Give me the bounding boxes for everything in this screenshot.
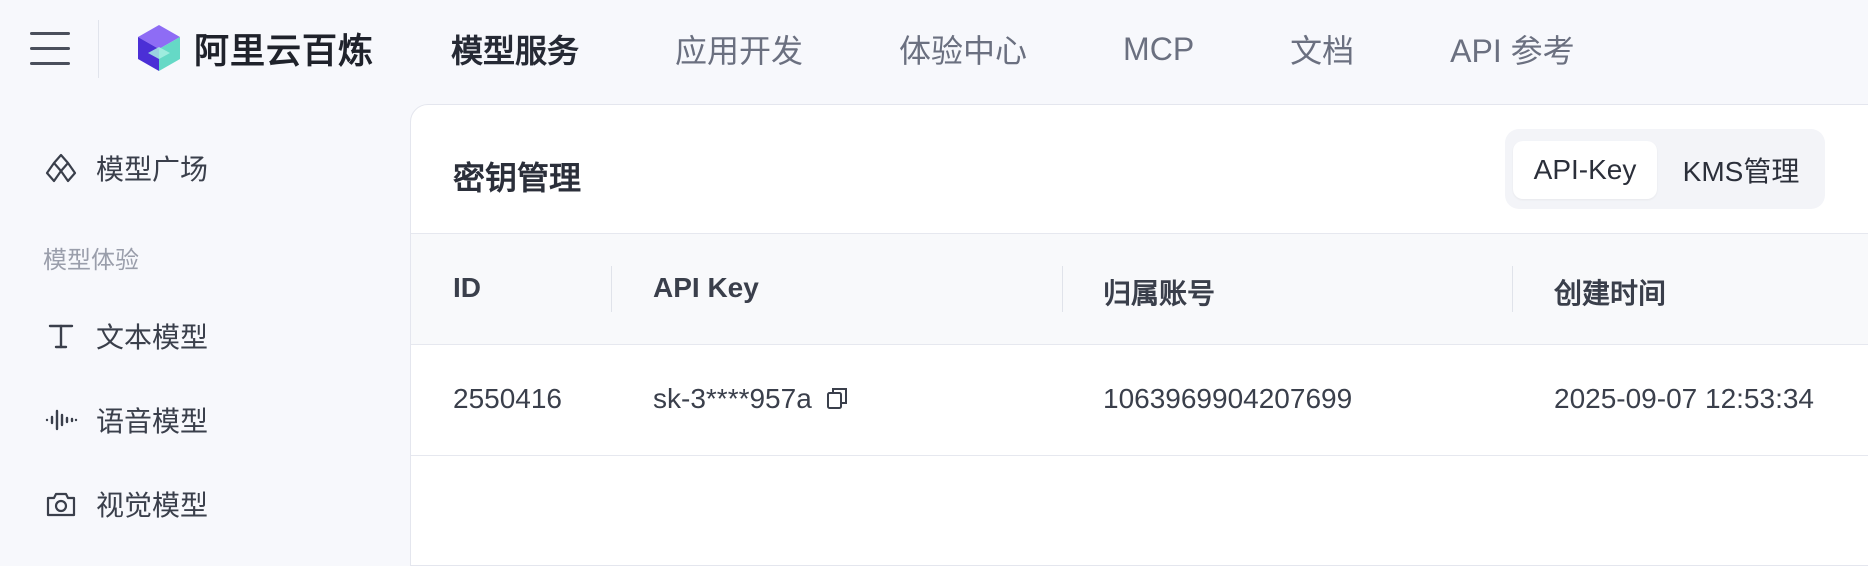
sidebar-item-label: 模型广场 (96, 154, 209, 185)
nav-mcp[interactable]: MCP (1123, 31, 1194, 68)
sidebar-item-label: 文本模型 (96, 322, 209, 353)
cell-id: 2550416 (453, 383, 563, 414)
tab-api-key[interactable]: API-Key (1513, 141, 1657, 199)
column-divider[interactable] (1062, 266, 1063, 312)
bailian-logo-icon (138, 25, 180, 71)
api-key-value: sk-3****957a (653, 383, 812, 414)
table-row: 2550416 sk-3****957a 1063969904207699 20… (411, 345, 1868, 456)
text-icon (44, 319, 78, 353)
nav-api-reference[interactable]: API 参考 (1450, 26, 1574, 72)
copy-icon[interactable] (826, 385, 848, 417)
sidebar-item-audio-model[interactable]: 语音模型 (44, 398, 208, 442)
cell-api-key: sk-3****957a (653, 383, 848, 417)
menu-icon[interactable] (30, 32, 70, 65)
key-type-tabs: API-Key KMS管理 (1505, 129, 1825, 209)
cell-created-time: 2025-09-07 12:53:34 (1554, 383, 1814, 414)
sidebar-item-model-plaza[interactable]: 模型广场 (44, 146, 208, 190)
main-nav: 模型服务 应用开发 体验中心 MCP 文档 API 参考 (451, 26, 1575, 72)
page-title: 密钥管理 (453, 160, 582, 196)
column-header-id: ID (453, 272, 481, 303)
column-header-account: 归属账号 (1103, 278, 1216, 309)
column-header-api-key: API Key (653, 272, 759, 303)
sidebar-item-label: 语音模型 (96, 406, 209, 437)
table-header: ID API Key 归属账号 创建时间 (411, 233, 1868, 345)
sidebar-item-text-model[interactable]: 文本模型 (44, 314, 208, 358)
nav-app-development[interactable]: 应用开发 (675, 26, 803, 72)
sidebar: 模型广场 模型体验 文本模型 语音模型 视觉模型 (0, 100, 410, 550)
column-divider[interactable] (1512, 266, 1513, 312)
brand-name: 阿里云百炼 (194, 31, 375, 71)
model-plaza-icon (44, 151, 78, 185)
camera-icon (44, 487, 78, 521)
tab-kms-management[interactable]: KMS管理 (1663, 141, 1819, 199)
header-divider (98, 20, 99, 78)
nav-experience-center[interactable]: 体验中心 (899, 26, 1027, 72)
sidebar-item-vision-model[interactable]: 视觉模型 (44, 482, 208, 526)
key-management-panel: 密钥管理 API-Key KMS管理 ID API Key 归属账号 创建时间 … (410, 104, 1868, 566)
column-divider[interactable] (611, 266, 612, 312)
audio-wave-icon (44, 403, 78, 437)
brand-logo[interactable]: 阿里云百炼 (136, 22, 374, 74)
sidebar-group-label: 模型体验 (43, 247, 139, 274)
nav-docs[interactable]: 文档 (1290, 26, 1354, 72)
nav-model-service[interactable]: 模型服务 (451, 26, 579, 72)
column-header-created-time: 创建时间 (1554, 278, 1667, 309)
cell-account: 1063969904207699 (1103, 383, 1353, 414)
top-navigation-bar: 阿里云百炼 模型服务 应用开发 体验中心 MCP 文档 API 参考 (0, 0, 1868, 100)
sidebar-item-label: 视觉模型 (96, 490, 209, 521)
